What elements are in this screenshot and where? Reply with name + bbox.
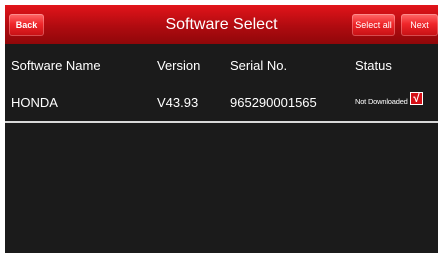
app-window: Back Software Select Select all Next Sof… bbox=[5, 5, 438, 253]
check-mark-icon: √ bbox=[413, 91, 420, 105]
row-divider bbox=[5, 121, 438, 123]
status-text: Not Downloaded bbox=[355, 97, 408, 106]
serial-cell: 965290001565 bbox=[230, 95, 317, 110]
version-cell: V43.93 bbox=[157, 95, 199, 110]
column-header-software-name: Software Name bbox=[11, 58, 101, 73]
select-all-button[interactable]: Select all bbox=[352, 14, 395, 36]
column-header-status: Status bbox=[355, 58, 392, 73]
column-header-version: Version bbox=[157, 58, 201, 73]
next-button[interactable]: Next bbox=[401, 14, 438, 36]
software-name-cell: HONDA bbox=[11, 95, 58, 110]
header-bar: Back Software Select Select all Next bbox=[5, 5, 438, 44]
select-checkbox[interactable]: √ bbox=[410, 91, 423, 105]
column-header-serial: Serial No. bbox=[230, 58, 288, 73]
